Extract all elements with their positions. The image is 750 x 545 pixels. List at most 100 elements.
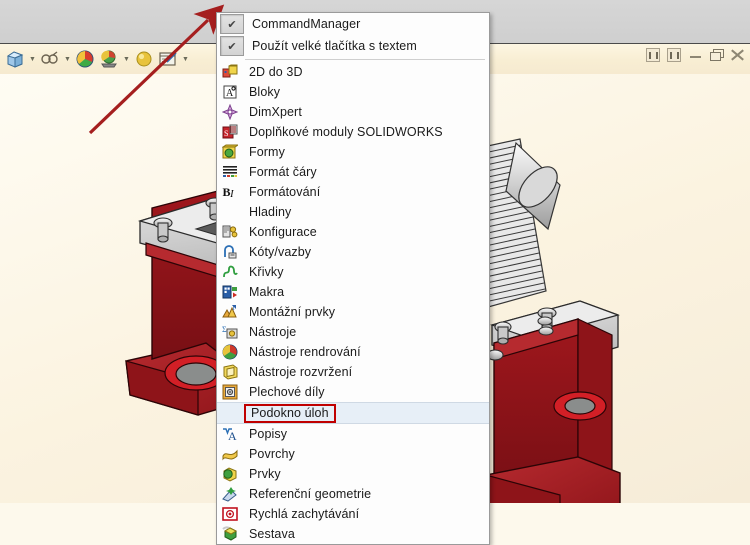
menu-item-label: Použít velké tlačítka s textem xyxy=(252,39,417,53)
view-settings-icon[interactable] xyxy=(39,48,61,70)
menu-item-label: Makra xyxy=(249,285,285,299)
svg-text:1: 1 xyxy=(232,304,236,312)
window-controls[interactable] xyxy=(646,48,744,62)
minimize-button[interactable] xyxy=(688,48,702,62)
sheet-metal-icon xyxy=(219,383,241,401)
menu-item-1[interactable]: ✔ Použít velké tlačítka s textem xyxy=(217,35,489,57)
menu-item-formy[interactable]: Formy xyxy=(217,142,489,162)
menu-item-dopl-kov-moduly-solidworks[interactable]: S Doplňkové moduly SOLIDWORKS xyxy=(217,122,489,142)
menu-item-label: Doplňkové moduly SOLIDWORKS xyxy=(249,125,443,139)
menu-item-label: Nástroje xyxy=(249,325,297,339)
restore-document-2-button[interactable] xyxy=(667,48,681,62)
menu-item-k-ivky[interactable]: Křivky xyxy=(217,262,489,282)
menu-item-label: Hladiny xyxy=(249,205,292,219)
menu-item-label: Nástroje rendrování xyxy=(249,345,361,359)
menu-item-label: Montážní prvky xyxy=(249,305,336,319)
assembly-icon xyxy=(219,525,241,543)
menu-item-label: Konfigurace xyxy=(249,225,317,239)
menu-item-label: Formát čáry xyxy=(249,165,317,179)
menu-item-label: Referenční geometrie xyxy=(249,487,372,501)
no-icon xyxy=(219,203,241,221)
configurations-icon xyxy=(219,223,241,241)
menu-item-n-stroje[interactable]: Σ Nástroje xyxy=(217,322,489,342)
close-button[interactable] xyxy=(730,48,744,62)
check-icon[interactable]: ✔ xyxy=(220,14,244,34)
toolbars-context-menu[interactable]: ✔ CommandManager ✔ Použít velké tlačítka s … xyxy=(216,12,490,545)
menu-item-label: Nástroje rozvržení xyxy=(249,365,353,379)
apply-scene-icon[interactable] xyxy=(98,48,120,70)
menu-item-label: Popisy xyxy=(249,427,288,441)
formatting-icon: BI xyxy=(219,183,241,201)
menu-item-label: Bloky xyxy=(249,85,281,99)
view-settings-dropdown-arrow[interactable]: ▼ xyxy=(63,48,72,70)
menu-item-hladiny[interactable]: Hladiny xyxy=(217,202,489,222)
restore-document-1-button[interactable] xyxy=(646,48,660,62)
menu-item-label: Podokno úloh xyxy=(244,403,336,423)
menu-item-makra[interactable]: Makra xyxy=(217,282,489,302)
dimxpert-icon xyxy=(219,103,241,121)
macro-icon xyxy=(219,283,241,301)
svg-text:A: A xyxy=(228,429,237,442)
annotations-icon: A xyxy=(219,425,241,443)
menu-item-n-stroje-rendrov-n[interactable]: Nástroje rendrování xyxy=(217,342,489,362)
menu-item-popisy[interactable]: A Popisy xyxy=(217,424,489,444)
hide-show-items-icon[interactable] xyxy=(157,48,179,70)
reference-geometry-icon xyxy=(219,485,241,503)
2d-to-3d-icon xyxy=(219,63,241,81)
hide-show-items-dropdown-arrow[interactable]: ▼ xyxy=(181,48,190,70)
addins-icon: S xyxy=(219,123,241,141)
menu-item-referen-n-geometrie[interactable]: Referenční geometrie xyxy=(217,484,489,504)
view-orientation-icon[interactable] xyxy=(4,48,26,70)
svg-text:Σ: Σ xyxy=(222,325,227,334)
menu-item-label: Plechové díly xyxy=(249,385,325,399)
menu-item-label: Povrchy xyxy=(249,447,295,461)
menu-item-n-stroje-rozvr-en[interactable]: Nástroje rozvržení xyxy=(217,362,489,382)
display-style-icon[interactable] xyxy=(74,48,96,70)
assembly-features-icon: 1 xyxy=(219,303,241,321)
view-setting-light-icon[interactable] xyxy=(133,48,155,70)
menu-item-rychl-zachyt-v-n[interactable]: Rychlá zachytávání xyxy=(217,504,489,524)
menu-item-label: CommandManager xyxy=(252,17,361,31)
quick-snaps-icon xyxy=(219,505,241,523)
menu-item-label: DimXpert xyxy=(249,105,302,119)
restore-button[interactable] xyxy=(709,48,724,62)
apply-scene-dropdown-arrow[interactable]: ▼ xyxy=(122,48,131,70)
menu-item-form-t-ry[interactable]: Formát čáry xyxy=(217,162,489,182)
menu-item-dimxpert[interactable]: DimXpert xyxy=(217,102,489,122)
menu-separator xyxy=(245,59,485,60)
features-icon xyxy=(219,465,241,483)
render-tools-icon xyxy=(219,343,241,361)
menu-item-form-tov-n[interactable]: B I Formátování xyxy=(217,182,489,202)
menu-item-label: Sestava xyxy=(249,527,295,541)
blocks-icon: A xyxy=(219,83,241,101)
menu-item-label: Rychlá zachytávání xyxy=(249,507,360,521)
menu-item-2d-do-3d[interactable]: 2D do 3D xyxy=(217,62,489,82)
menu-item-plechov-d-ly[interactable]: Plechové díly xyxy=(217,382,489,402)
menu-item-prvky[interactable]: Prvky xyxy=(217,464,489,484)
layout-tools-icon xyxy=(219,363,241,381)
menu-item-mont-n-prvky[interactable]: 1 Montážní prvky xyxy=(217,302,489,322)
surfaces-icon xyxy=(219,445,241,463)
menu-item-povrchy[interactable]: Povrchy xyxy=(217,444,489,464)
svg-text:S: S xyxy=(224,129,228,138)
menu-item-konfigurace[interactable]: Konfigurace xyxy=(217,222,489,242)
svg-text:I: I xyxy=(229,188,235,200)
menu-item-0[interactable]: ✔ CommandManager xyxy=(217,13,489,35)
menu-item-k-ty-vazby[interactable]: Kóty/vazby xyxy=(217,242,489,262)
curves-icon xyxy=(219,263,241,281)
menu-item-label: 2D do 3D xyxy=(249,65,303,79)
view-orientation-dropdown-arrow[interactable]: ▼ xyxy=(28,48,37,70)
line-format-icon xyxy=(219,163,241,181)
check-icon[interactable]: ✔ xyxy=(220,36,244,56)
menu-item-label: Kóty/vazby xyxy=(249,245,312,259)
menu-item-label: Formy xyxy=(249,145,285,159)
menu-item-label: Křivky xyxy=(249,265,284,279)
menu-item-bloky[interactable]: A Bloky xyxy=(217,82,489,102)
menu-item-label: Prvky xyxy=(249,467,281,481)
menu-item-podokno-loh[interactable]: Podokno úloh xyxy=(217,402,489,424)
dimensions-relations-icon xyxy=(219,243,241,261)
menu-item-label: Formátování xyxy=(249,185,321,199)
molds-icon xyxy=(219,143,241,161)
menu-item-sestava[interactable]: Sestava xyxy=(217,524,489,544)
tools-icon: Σ xyxy=(219,323,241,341)
